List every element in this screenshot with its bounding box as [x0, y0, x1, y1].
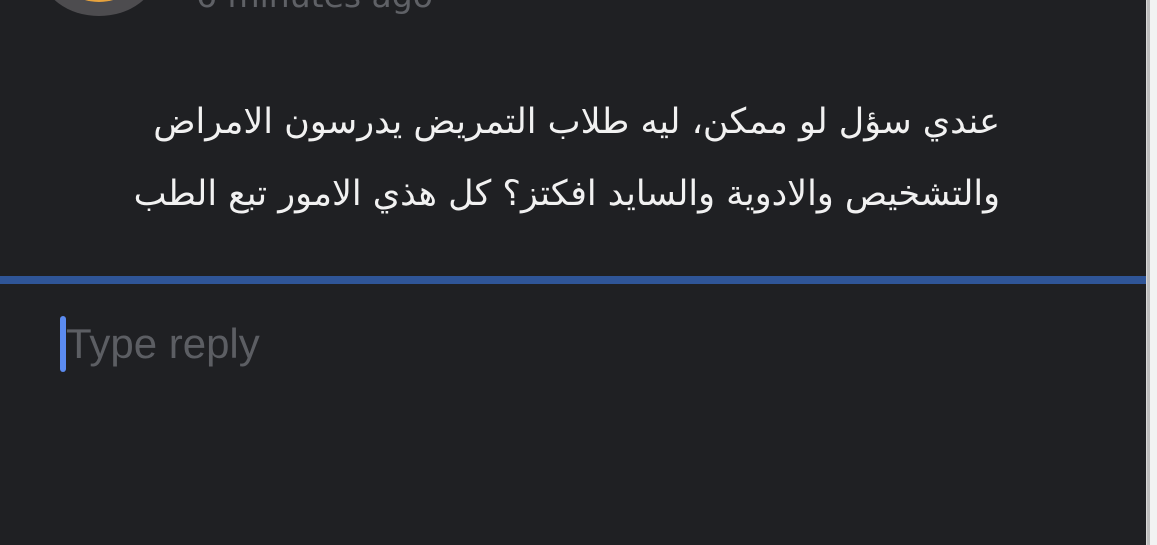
avatar-image: [56, 0, 142, 2]
post-timestamp: 6 minutes ago: [196, 0, 433, 16]
comment-panel: 6 minutes ago عندي سؤل لو ممكن، ليه طلاب…: [0, 0, 1146, 545]
window-edge: [1146, 0, 1157, 545]
reply-box[interactable]: [60, 312, 1120, 376]
reply-input[interactable]: [66, 312, 1106, 376]
window-edge-shadow: [1147, 0, 1150, 545]
post-message: عندي سؤل لو ممكن، ليه طلاب التمريض يدرسو…: [133, 102, 1000, 214]
avatar[interactable]: [42, 0, 156, 16]
reply-divider: [0, 276, 1146, 284]
